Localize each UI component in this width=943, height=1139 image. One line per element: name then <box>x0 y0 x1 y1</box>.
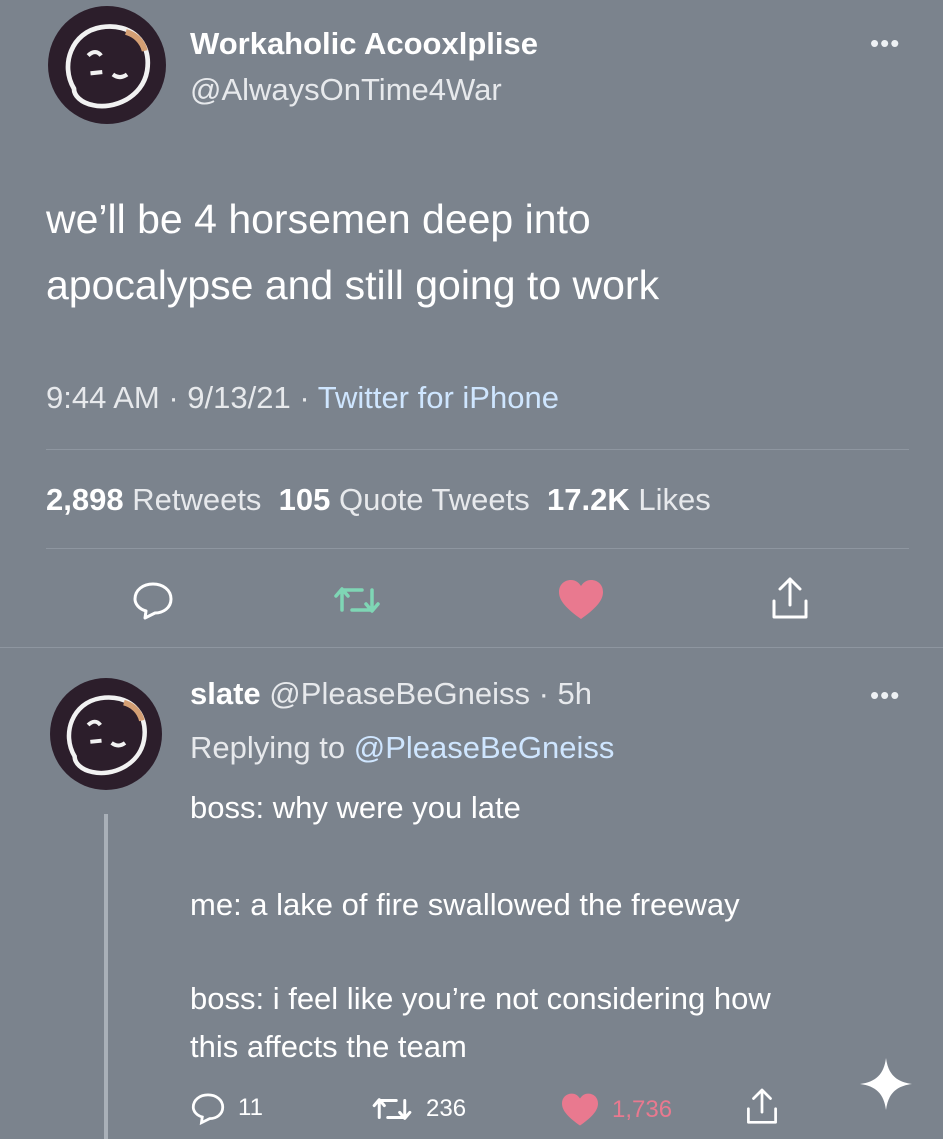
avatar-drawing-icon <box>65 24 151 109</box>
display-name[interactable]: Workaholic Acooxlplise <box>190 26 538 62</box>
tweet-text-line: we’ll be 4 horsemen deep into <box>46 196 591 242</box>
reply-icon <box>190 1090 226 1126</box>
divider <box>46 548 909 549</box>
tweet-text: we’ll be 4 horsemen deep into apocalypse… <box>46 186 926 318</box>
reply-like-action[interactable]: 1,736 <box>560 1092 672 1128</box>
reply-reply-action[interactable]: 11 <box>190 1090 263 1126</box>
heart-icon[interactable] <box>557 578 605 622</box>
divider <box>0 647 943 648</box>
tweet-stats: 2,898 Retweets 105 Quote Tweets 17.2K Li… <box>46 482 711 518</box>
share-icon[interactable] <box>745 1086 779 1128</box>
retweets-count: 2,898 <box>46 482 124 517</box>
more-options-icon[interactable]: ••• <box>870 28 900 59</box>
tweet-text-line: apocalypse and still going to work <box>46 262 660 308</box>
likes-stat[interactable]: 17.2K Likes <box>547 482 711 517</box>
reply-line: boss: i feel like you’re not considering… <box>190 981 771 1016</box>
reply-display-name[interactable]: slate <box>190 676 261 711</box>
divider <box>46 449 909 450</box>
quotes-label: Quote Tweets <box>339 482 530 517</box>
retweet-icon <box>370 1092 414 1126</box>
reply-count: 11 <box>238 1094 263 1121</box>
quotes-stat[interactable]: 105 Quote Tweets <box>279 482 530 517</box>
reply-icon[interactable] <box>131 578 175 622</box>
retweet-icon[interactable] <box>332 580 382 620</box>
tweet-timestamp[interactable]: 9:44 AM · 9/13/21 · <box>46 380 318 415</box>
retweets-label: Retweets <box>132 482 262 517</box>
likes-count: 17.2K <box>546 482 630 517</box>
retweets-stat[interactable]: 2,898 Retweets <box>46 482 261 517</box>
retweet-count: 236 <box>426 1095 467 1122</box>
replying-to-label: Replying to <box>190 730 354 765</box>
sparkle-icon[interactable] <box>858 1056 914 1112</box>
user-handle[interactable]: @AlwaysOnTime4War <box>190 72 502 108</box>
reply-line: me: a lake of fire swallowed the freeway <box>190 887 740 922</box>
avatar[interactable] <box>48 6 166 124</box>
like-count: 1,736 <box>612 1096 673 1123</box>
replying-to: Replying to @PleaseBeGneiss <box>190 730 614 766</box>
replying-to-handle[interactable]: @PleaseBeGneiss <box>354 730 615 765</box>
reply-more-options-icon[interactable]: ••• <box>870 680 900 711</box>
thread-line <box>104 814 108 1139</box>
reply-handle-time[interactable]: @PleaseBeGneiss · 5h <box>269 676 592 711</box>
tweet-source-link[interactable]: Twitter for iPhone <box>318 380 559 415</box>
quotes-count: 105 <box>278 482 331 517</box>
likes-label: Likes <box>638 482 711 517</box>
reply-header: slate @PleaseBeGneiss · 5h <box>190 676 592 712</box>
avatar-drawing-icon <box>66 695 147 776</box>
reply-line: this affects the team <box>190 1029 467 1064</box>
reply-avatar[interactable] <box>50 678 162 790</box>
reply-line: boss: why were you late <box>190 790 521 825</box>
reply-retweet-action[interactable]: 236 <box>370 1092 466 1126</box>
share-icon[interactable] <box>770 575 810 623</box>
heart-icon <box>560 1092 600 1128</box>
tweet-meta: 9:44 AM · 9/13/21 · Twitter for iPhone <box>46 380 559 416</box>
